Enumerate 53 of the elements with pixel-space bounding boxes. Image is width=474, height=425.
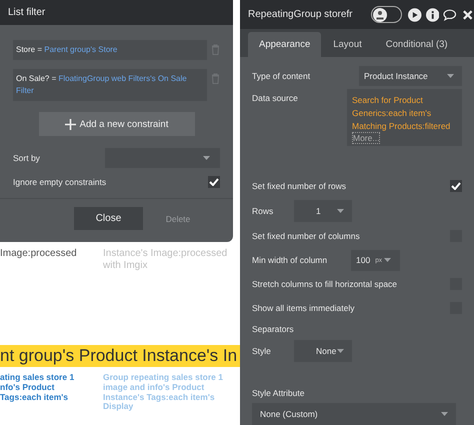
close-button[interactable]: Close [74,207,143,230]
field-label: Type of content [252,71,310,81]
field-label: Min width of column [252,255,328,265]
canvas-text: Instance's Image:processed with Imgix [102,248,228,271]
dropdown[interactable]: None [294,340,352,362]
caret-icon [384,258,392,262]
field-label: Separators [252,324,294,334]
field-label: Set fixed number of rows [252,181,346,191]
field-label: Show all items immediately [252,303,355,313]
checkbox[interactable] [208,176,220,188]
field-label: Sort by [13,153,40,163]
expression-text[interactable]: Search for Product Generics:each item's Matching Products:filtered [352,94,457,133]
caret-icon [447,74,454,78]
play-icon[interactable] [408,8,422,22]
field-label: Style [252,346,272,356]
trash-icon [211,73,220,84]
checkbox[interactable] [450,180,462,192]
trash-icon [211,44,220,55]
comment-icon[interactable] [443,8,457,22]
toggle-switch[interactable] [371,6,402,23]
dropdown[interactable]: Product Instance [359,66,462,86]
close-icon[interactable] [460,8,474,22]
more-link[interactable]: More... [352,132,380,144]
canvas-text: Group repeating sales store 1 image and info's Product Instance's Tags:each item's Display [102,373,224,412]
canvas-text: Image:processed [0,248,78,261]
check-icon [451,182,461,190]
dropdown[interactable]: 1 [294,200,352,222]
caret-icon [337,349,344,353]
info-icon[interactable] [426,8,440,22]
caret-icon [203,156,210,160]
caret-icon [337,209,344,213]
constraint-field[interactable]: Store = Parent group's Store [13,40,207,60]
plus-icon [64,118,76,130]
field-label: Style Attribute [252,388,304,398]
number-field[interactable]: 100 [356,255,370,265]
field-label: Rows [252,206,272,216]
canvas-text: ating sales store 1 nfo's Product Tags:each item's [0,373,76,404]
caret-icon [441,412,448,416]
field-label: Ignore empty constraints [13,177,106,187]
add-constraint-button[interactable]: Add a new constraint [38,112,194,136]
check-icon [209,178,219,186]
tab[interactable]: Layout [321,32,374,57]
field-label: Data source [252,93,298,103]
field-label: Set fixed number of columns [252,231,360,241]
dropdown[interactable]: None (Custom) [252,403,456,425]
tab[interactable]: Appearance [248,32,322,57]
person-icon [373,8,388,22]
field-label: Stretch columns to fill horizontal space [252,279,398,289]
panel-title: RepeatingGroup storefr [248,9,354,20]
banner-text: nt group's Product Instance's In [0,345,240,367]
constraint-field[interactable]: On Sale? = FloatingGroup web Filters's On Sale Filter [13,69,207,101]
panel-title: List filter [0,0,233,25]
tab[interactable]: Conditional (3) [374,32,460,57]
